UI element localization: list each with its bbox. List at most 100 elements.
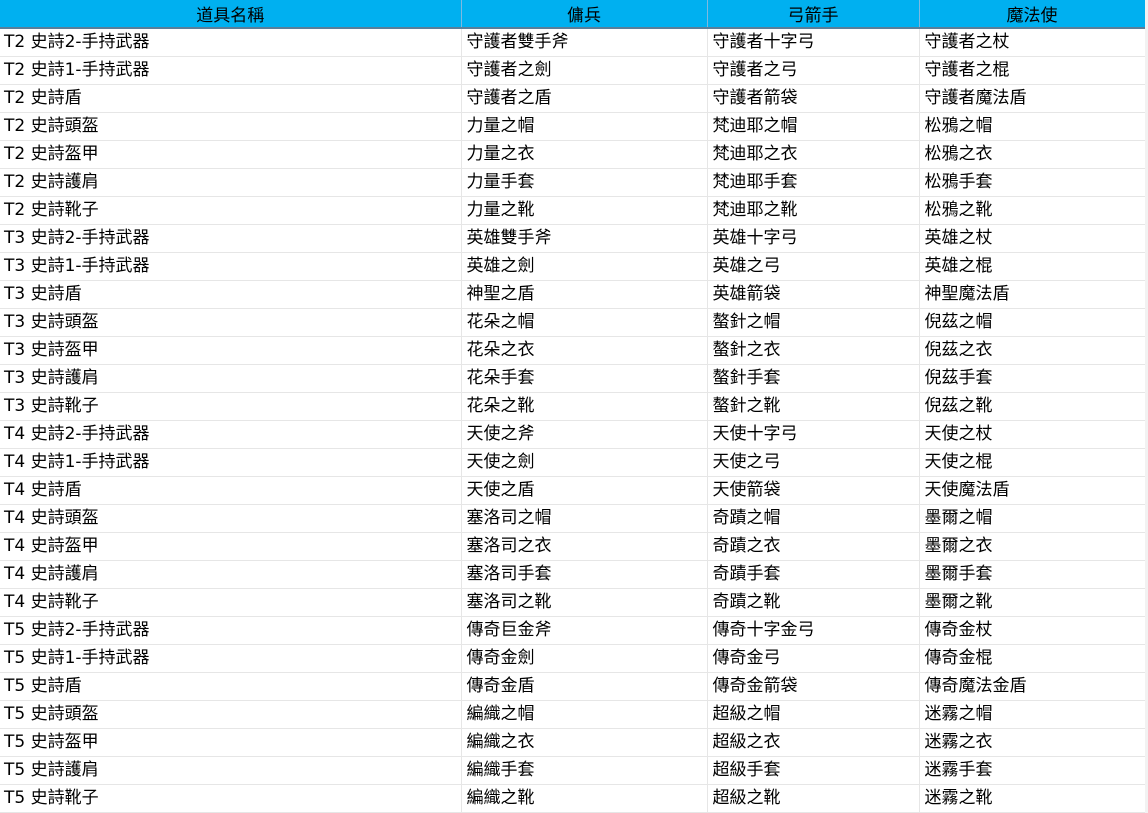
item-name-cell[interactable]: T2 史詩頭盔 [0, 112, 462, 141]
mage-cell[interactable]: 守護者之棍 [919, 56, 1146, 85]
archer-cell[interactable]: 超級之衣 [707, 728, 920, 757]
item-name-cell[interactable]: T2 史詩護肩 [0, 168, 462, 197]
archer-cell[interactable]: 天使之弓 [707, 448, 920, 477]
mercenary-cell[interactable]: 英雄雙手斧 [461, 224, 708, 253]
mercenary-cell[interactable]: 守護者雙手斧 [461, 28, 708, 57]
mercenary-cell[interactable]: 力量之帽 [461, 112, 708, 141]
mercenary-cell[interactable]: 花朵之帽 [461, 308, 708, 337]
mage-cell[interactable]: 迷霧之靴 [919, 784, 1146, 813]
mercenary-cell[interactable]: 編織之衣 [461, 728, 708, 757]
mercenary-cell[interactable]: 力量之衣 [461, 140, 708, 169]
archer-cell[interactable]: 奇蹟之衣 [707, 532, 920, 561]
mage-cell[interactable]: 守護者魔法盾 [919, 84, 1146, 113]
mage-cell[interactable]: 松鴉之帽 [919, 112, 1146, 141]
mage-cell[interactable]: 神聖魔法盾 [919, 280, 1146, 309]
item-name-cell[interactable]: T2 史詩靴子 [0, 196, 462, 225]
item-name-cell[interactable]: T3 史詩頭盔 [0, 308, 462, 337]
archer-cell[interactable]: 傳奇十字金弓 [707, 616, 920, 645]
mercenary-cell[interactable]: 編織之靴 [461, 784, 708, 813]
item-name-cell[interactable]: T5 史詩1-手持武器 [0, 644, 462, 673]
mage-cell[interactable]: 倪茲之靴 [919, 392, 1146, 421]
mercenary-cell[interactable]: 力量之靴 [461, 196, 708, 225]
mercenary-cell[interactable]: 塞洛司之靴 [461, 588, 708, 617]
mage-cell[interactable]: 傳奇金棍 [919, 644, 1146, 673]
mage-cell[interactable]: 倪茲之帽 [919, 308, 1146, 337]
item-name-cell[interactable]: T3 史詩盾 [0, 280, 462, 309]
mage-cell[interactable]: 英雄之杖 [919, 224, 1146, 253]
mage-cell[interactable]: 墨爾之靴 [919, 588, 1146, 617]
item-name-cell[interactable]: T3 史詩盔甲 [0, 336, 462, 365]
mage-cell[interactable]: 天使魔法盾 [919, 476, 1146, 505]
item-name-cell[interactable]: T3 史詩靴子 [0, 392, 462, 421]
archer-cell[interactable]: 超級手套 [707, 756, 920, 785]
mage-cell[interactable]: 迷霧之衣 [919, 728, 1146, 757]
archer-cell[interactable]: 英雄之弓 [707, 252, 920, 281]
item-name-cell[interactable]: T5 史詩盾 [0, 672, 462, 701]
mage-cell[interactable]: 英雄之棍 [919, 252, 1146, 281]
item-name-cell[interactable]: T5 史詩護肩 [0, 756, 462, 785]
archer-cell[interactable]: 奇蹟之帽 [707, 504, 920, 533]
archer-cell[interactable]: 螯針之帽 [707, 308, 920, 337]
mage-cell[interactable]: 墨爾之衣 [919, 532, 1146, 561]
header-item-name[interactable]: 道具名稱 [0, 0, 462, 29]
item-name-cell[interactable]: T4 史詩2-手持武器 [0, 420, 462, 449]
header-archer[interactable]: 弓箭手 [707, 0, 920, 29]
mage-cell[interactable]: 倪茲之衣 [919, 336, 1146, 365]
mercenary-cell[interactable]: 神聖之盾 [461, 280, 708, 309]
archer-cell[interactable]: 守護者箭袋 [707, 84, 920, 113]
archer-cell[interactable]: 英雄十字弓 [707, 224, 920, 253]
item-name-cell[interactable]: T4 史詩盾 [0, 476, 462, 505]
archer-cell[interactable]: 傳奇金箭袋 [707, 672, 920, 701]
item-name-cell[interactable]: T2 史詩盾 [0, 84, 462, 113]
item-name-cell[interactable]: T3 史詩1-手持武器 [0, 252, 462, 281]
mage-cell[interactable]: 傳奇魔法金盾 [919, 672, 1146, 701]
header-mage[interactable]: 魔法使 [919, 0, 1146, 29]
mage-cell[interactable]: 迷霧之帽 [919, 700, 1146, 729]
archer-cell[interactable]: 梵迪耶手套 [707, 168, 920, 197]
mercenary-cell[interactable]: 花朵之衣 [461, 336, 708, 365]
item-name-cell[interactable]: T5 史詩靴子 [0, 784, 462, 813]
mage-cell[interactable]: 迷霧手套 [919, 756, 1146, 785]
mercenary-cell[interactable]: 傳奇金盾 [461, 672, 708, 701]
mercenary-cell[interactable]: 塞洛司手套 [461, 560, 708, 589]
mage-cell[interactable]: 傳奇金杖 [919, 616, 1146, 645]
archer-cell[interactable]: 梵迪耶之衣 [707, 140, 920, 169]
archer-cell[interactable]: 超級之靴 [707, 784, 920, 813]
header-mercenary[interactable]: 傭兵 [461, 0, 708, 29]
item-name-cell[interactable]: T5 史詩2-手持武器 [0, 616, 462, 645]
mage-cell[interactable]: 天使之杖 [919, 420, 1146, 449]
archer-cell[interactable]: 奇蹟手套 [707, 560, 920, 589]
archer-cell[interactable]: 螯針之衣 [707, 336, 920, 365]
mage-cell[interactable]: 松鴉之衣 [919, 140, 1146, 169]
item-name-cell[interactable]: T2 史詩2-手持武器 [0, 28, 462, 57]
archer-cell[interactable]: 梵迪耶之帽 [707, 112, 920, 141]
archer-cell[interactable]: 傳奇金弓 [707, 644, 920, 673]
archer-cell[interactable]: 超級之帽 [707, 700, 920, 729]
archer-cell[interactable]: 守護者之弓 [707, 56, 920, 85]
mercenary-cell[interactable]: 塞洛司之帽 [461, 504, 708, 533]
item-name-cell[interactable]: T4 史詩頭盔 [0, 504, 462, 533]
archer-cell[interactable]: 螯針之靴 [707, 392, 920, 421]
mage-cell[interactable]: 守護者之杖 [919, 28, 1146, 57]
archer-cell[interactable]: 英雄箭袋 [707, 280, 920, 309]
item-name-cell[interactable]: T4 史詩盔甲 [0, 532, 462, 561]
archer-cell[interactable]: 梵迪耶之靴 [707, 196, 920, 225]
mage-cell[interactable]: 墨爾手套 [919, 560, 1146, 589]
item-name-cell[interactable]: T4 史詩靴子 [0, 588, 462, 617]
mercenary-cell[interactable]: 力量手套 [461, 168, 708, 197]
item-name-cell[interactable]: T5 史詩頭盔 [0, 700, 462, 729]
item-name-cell[interactable]: T5 史詩盔甲 [0, 728, 462, 757]
mage-cell[interactable]: 松鴉之靴 [919, 196, 1146, 225]
mercenary-cell[interactable]: 傳奇巨金斧 [461, 616, 708, 645]
mercenary-cell[interactable]: 英雄之劍 [461, 252, 708, 281]
mercenary-cell[interactable]: 傳奇金劍 [461, 644, 708, 673]
archer-cell[interactable]: 守護者十字弓 [707, 28, 920, 57]
mage-cell[interactable]: 天使之棍 [919, 448, 1146, 477]
mercenary-cell[interactable]: 天使之劍 [461, 448, 708, 477]
archer-cell[interactable]: 天使十字弓 [707, 420, 920, 449]
mercenary-cell[interactable]: 塞洛司之衣 [461, 532, 708, 561]
item-name-cell[interactable]: T4 史詩護肩 [0, 560, 462, 589]
item-name-cell[interactable]: T4 史詩1-手持武器 [0, 448, 462, 477]
archer-cell[interactable]: 天使箭袋 [707, 476, 920, 505]
mercenary-cell[interactable]: 編織手套 [461, 756, 708, 785]
